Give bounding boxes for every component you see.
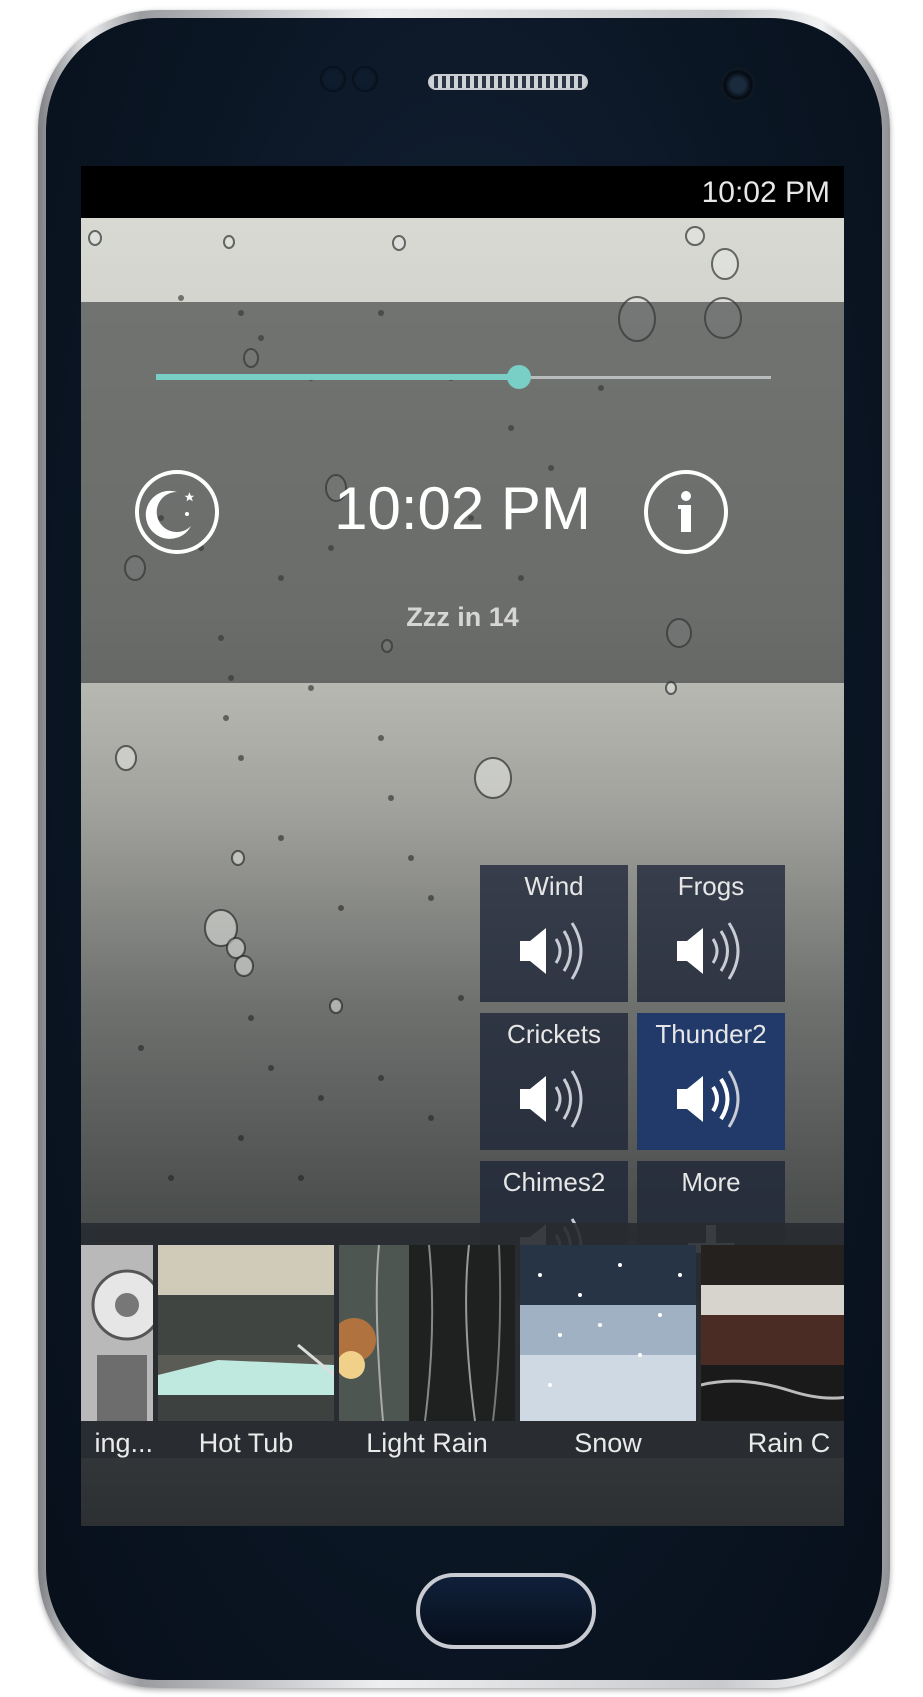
scene-label: Rain C (747, 1428, 831, 1458)
scene-label: Light Rain (366, 1428, 488, 1458)
rain-car-image (701, 1245, 844, 1421)
speaker-icon (520, 922, 583, 980)
scene-thumb-rain-car[interactable] (701, 1245, 844, 1421)
rain-wallpaper: 10:02 PM Zzz in 14 Wind Frogs Crickets T… (81, 218, 844, 1526)
home-button[interactable] (416, 1573, 596, 1649)
light-rain-image (339, 1245, 515, 1421)
speaker-icon (677, 1070, 740, 1128)
sleep-countdown: Zzz in 14 (406, 602, 519, 632)
speaker-icon (520, 1070, 583, 1128)
sound-tile-thunder2[interactable]: Thunder2 (637, 1013, 785, 1150)
sound-tile-label: Wind (524, 871, 584, 901)
front-camera (721, 68, 755, 102)
scene-thumb-hot-tub[interactable] (158, 1245, 334, 1421)
sound-tile-frogs[interactable]: Frogs (637, 865, 785, 1002)
status-time: 10:02 PM (701, 176, 830, 209)
scene-thumb-light-rain[interactable] (339, 1245, 515, 1421)
sound-tile-crickets[interactable]: Crickets (480, 1013, 628, 1150)
fan-image (81, 1245, 153, 1421)
hot-tub-image (158, 1245, 334, 1421)
scene-label: ing... (94, 1428, 153, 1458)
sound-tile-label: Thunder2 (655, 1019, 767, 1049)
info-button[interactable] (644, 470, 728, 554)
timer-panel: 10:02 PM Zzz in 14 (81, 302, 844, 683)
scene-label: Hot Tub (198, 1428, 294, 1458)
sound-tile-label: Chimes2 (502, 1167, 606, 1197)
volume-slider-fill (156, 374, 519, 380)
app-screen: 10:02 PM Zzz in 14 Wind Frogs Crickets T… (81, 166, 844, 1526)
info-icon (678, 491, 691, 532)
status-bar: 10:02 PM (81, 166, 844, 218)
speaker-icon (677, 922, 740, 980)
scene-thumb-ceiling-fan[interactable] (81, 1245, 153, 1421)
sound-tile-label: Crickets (507, 1019, 601, 1049)
sound-tile-wind[interactable]: Wind (480, 865, 628, 1002)
snow-image (520, 1245, 696, 1421)
clock-display: 10:02 PM (334, 475, 591, 542)
light-sensor (352, 66, 378, 92)
scene-label: Snow (574, 1428, 642, 1458)
proximity-sensor (320, 66, 346, 92)
sound-tile-label: More (681, 1167, 741, 1197)
sound-tile-label: Frogs (677, 871, 745, 901)
scene-thumb-snow[interactable] (520, 1245, 696, 1421)
volume-slider-thumb[interactable] (507, 365, 531, 389)
earpiece-speaker (428, 74, 588, 90)
